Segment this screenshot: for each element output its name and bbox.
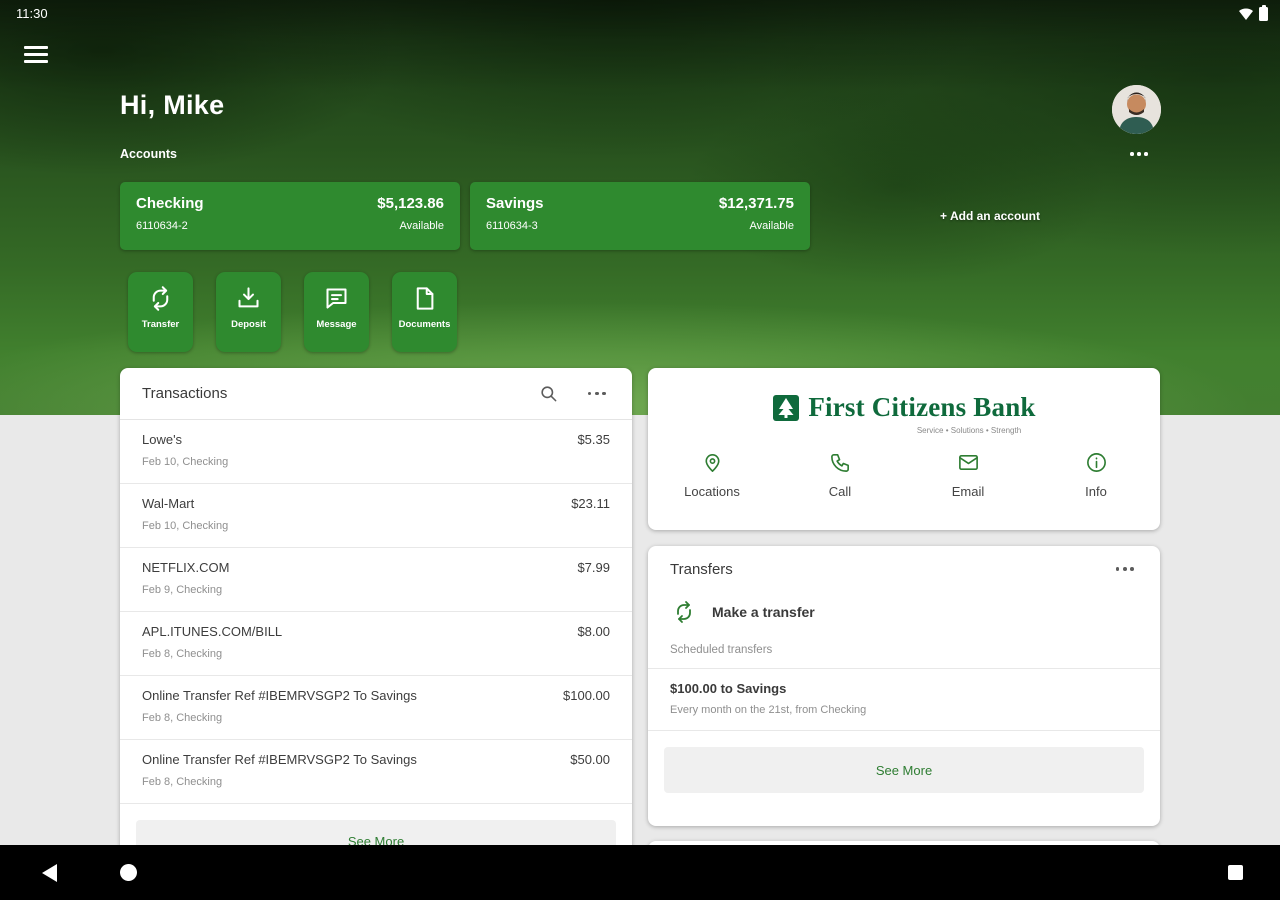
location-pin-icon (704, 454, 720, 472)
transaction-row[interactable]: NETFLIX.COM $7.99 Feb 9, Checking (120, 548, 632, 612)
deposit-icon (238, 287, 259, 308)
android-nav-bar (0, 845, 1280, 900)
accounts-section-label: Accounts (120, 147, 177, 161)
account-balance-status: Available (399, 220, 444, 232)
transfers-overflow-menu-icon[interactable] (1112, 563, 1138, 575)
back-button-icon[interactable] (42, 864, 57, 882)
transfers-header: Transfers (648, 546, 1160, 592)
info-icon (1086, 453, 1106, 472)
transaction-row[interactable]: Online Transfer Ref #IBEMRVSGP2 To Savin… (120, 740, 632, 804)
recents-button-icon[interactable] (1228, 865, 1243, 880)
make-a-transfer-label: Make a transfer (712, 604, 815, 620)
bank-action-label: Call (828, 484, 852, 499)
scheduled-transfer-title: $100.00 to Savings (670, 681, 787, 696)
transfers-card: Transfers Make a transfer Scheduled tran… (648, 546, 1160, 826)
transactions-title: Transactions (142, 385, 228, 402)
transfers-title: Transfers (670, 560, 733, 578)
info-button[interactable]: Info (1032, 451, 1160, 499)
account-card-savings[interactable]: Savings 6110634-3 $12,371.75 Available (470, 182, 810, 250)
account-balance: $5,123.86 (377, 195, 444, 212)
transactions-overflow-menu-icon[interactable] (584, 388, 610, 400)
transaction-amount: $100.00 (563, 688, 610, 703)
quick-action-label: Documents (398, 319, 451, 330)
transactions-header: Transactions (120, 368, 632, 420)
account-balance-status: Available (749, 220, 794, 232)
avatar[interactable] (1112, 85, 1161, 134)
transaction-amount: $8.00 (577, 624, 610, 639)
transaction-detail: Feb 8, Checking (142, 648, 223, 660)
scheduled-transfers-label: Scheduled transfers (648, 624, 1160, 669)
bank-info-card: First Citizens Bank Service • Solutions … (648, 368, 1160, 530)
quick-action-label: Message (316, 319, 357, 330)
bank-actions-row: Locations Call Email Info (648, 451, 1160, 499)
transaction-name: Lowe's (142, 432, 183, 447)
transaction-amount: $7.99 (577, 560, 610, 575)
search-icon[interactable] (539, 384, 558, 403)
account-number: 6110634-3 (486, 220, 538, 232)
menu-icon[interactable] (24, 46, 48, 64)
transfer-icon (152, 286, 169, 311)
transfer-button[interactable]: Transfer (128, 272, 193, 352)
documents-button[interactable]: Documents (392, 272, 457, 352)
banking-app-screen: 11:30 Hi, Mike Accounts Checking 6110634… (0, 0, 1280, 900)
quick-action-label: Transfer (141, 319, 180, 330)
battery-icon (1259, 5, 1268, 21)
transaction-row[interactable]: Online Transfer Ref #IBEMRVSGP2 To Savin… (120, 676, 632, 740)
transaction-name: NETFLIX.COM (142, 560, 230, 575)
bank-tagline: Service • Solutions • Strength (916, 426, 1022, 435)
transaction-row[interactable]: Wal-Mart $23.11 Feb 10, Checking (120, 484, 632, 548)
transaction-row[interactable]: Lowe's $5.35 Feb 10, Checking (120, 420, 632, 484)
account-name: Checking (136, 195, 204, 212)
transaction-amount: $5.35 (577, 432, 610, 447)
transaction-name: APL.ITUNES.COM/BILL (142, 624, 283, 639)
status-bar-icons (1238, 5, 1268, 21)
transaction-amount: $50.00 (570, 752, 610, 767)
bank-name: First Citizens Bank (808, 392, 1036, 422)
quick-action-label: Deposit (231, 319, 266, 330)
transaction-name: Online Transfer Ref #IBEMRVSGP2 To Savin… (142, 752, 417, 767)
bank-action-label: Info (1085, 484, 1107, 499)
make-a-transfer-button[interactable]: Make a transfer (648, 592, 1160, 624)
deposit-button[interactable]: Deposit (216, 272, 281, 352)
home-button-icon[interactable] (120, 864, 137, 881)
locations-button[interactable]: Locations (648, 451, 776, 499)
transaction-row[interactable]: APL.ITUNES.COM/BILL $8.00 Feb 8, Checkin… (120, 612, 632, 676)
scheduled-transfer-row[interactable]: $100.00 to Savings Every month on the 21… (648, 669, 1160, 731)
add-account-button[interactable]: + Add an account (925, 209, 1055, 223)
transaction-amount: $23.11 (571, 496, 610, 511)
account-name: Savings (486, 195, 544, 212)
transaction-detail: Feb 8, Checking (142, 712, 223, 724)
bank-action-label: Email (951, 484, 985, 499)
status-bar-time: 11:30 (16, 6, 48, 21)
transaction-detail: Feb 10, Checking (142, 520, 229, 532)
greeting-title: Hi, Mike (120, 90, 225, 120)
transfer-icon (677, 601, 691, 623)
transfers-see-more-button[interactable]: See More (664, 747, 1144, 793)
documents-icon (416, 287, 434, 310)
bank-logo-tree-icon (773, 394, 800, 421)
header-overflow-menu-icon[interactable] (1126, 148, 1152, 160)
account-balance: $12,371.75 (718, 195, 794, 212)
transaction-detail: Feb 9, Checking (142, 584, 223, 596)
envelope-icon (958, 454, 978, 471)
transaction-detail: Feb 10, Checking (142, 456, 229, 468)
bank-action-label: Locations (684, 484, 740, 499)
transaction-name: Online Transfer Ref #IBEMRVSGP2 To Savin… (142, 688, 417, 703)
transactions-card: Transactions Lowe's $5.35 Feb 10, Checki… (120, 368, 632, 860)
bank-logo: First Citizens Bank (648, 392, 1160, 423)
transaction-name: Wal-Mart (142, 496, 195, 511)
account-card-checking[interactable]: Checking 6110634-2 $5,123.86 Available (120, 182, 460, 250)
scheduled-transfer-detail: Every month on the 21st, from Checking (670, 704, 867, 716)
message-icon (326, 288, 347, 309)
call-button[interactable]: Call (776, 451, 904, 499)
phone-icon (830, 454, 849, 472)
transaction-detail: Feb 8, Checking (142, 776, 223, 788)
wifi-icon (1238, 7, 1254, 21)
account-number: 6110634-2 (136, 220, 188, 232)
email-button[interactable]: Email (904, 451, 1032, 499)
message-button[interactable]: Message (304, 272, 369, 352)
